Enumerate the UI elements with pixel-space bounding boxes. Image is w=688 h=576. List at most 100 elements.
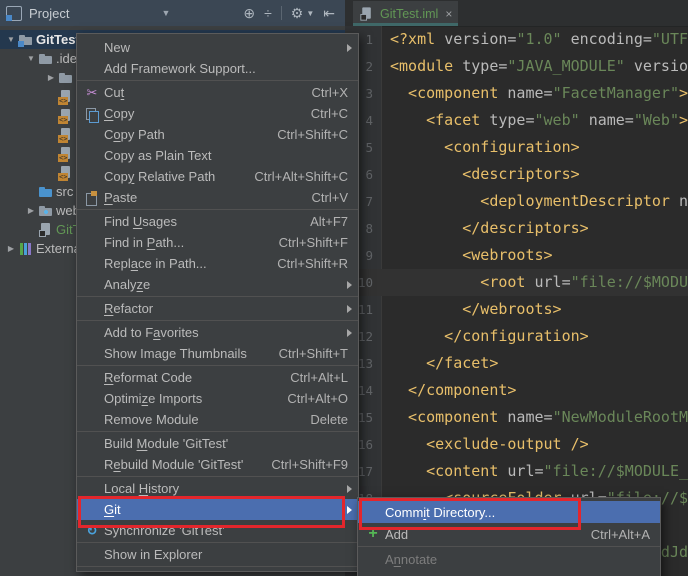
menu-item-new[interactable]: New	[77, 37, 358, 58]
chevron-down-icon[interactable]: ▼	[4, 35, 18, 44]
collapse-all-icon[interactable]: ÷	[264, 6, 272, 20]
menu-item-show-current-revision[interactable]: Show Current Revision	[358, 570, 660, 576]
menu-item-shortcut: Ctrl+X	[312, 85, 348, 100]
xml-file-icon	[58, 89, 74, 105]
code-line-12[interactable]: 12 </configuration>	[345, 323, 688, 350]
menu-item-copy-relative-path[interactable]: Copy Relative Path Ctrl+Alt+Shift+C	[77, 166, 358, 187]
code-line-6[interactable]: 6 <descriptors>	[345, 161, 688, 188]
close-icon[interactable]: ×	[445, 7, 452, 21]
code-text: </configuration>	[390, 323, 589, 350]
code-line-11[interactable]: 11 </webroots>	[345, 296, 688, 323]
copy-icon	[83, 105, 101, 123]
menu-item-shortcut: Ctrl+Shift+T	[279, 346, 348, 361]
menu-icon-spacer	[83, 411, 101, 429]
menu-item-show-in-explorer[interactable]: Show in Explorer	[77, 544, 358, 565]
menu-icon-spacer	[83, 255, 101, 273]
code-line-2[interactable]: 2<module type="JAVA_MODULE" version="4">	[345, 53, 688, 80]
code-line-5[interactable]: 5 <configuration>	[345, 134, 688, 161]
code-line-3[interactable]: 3 <component name="FacetManager">	[345, 80, 688, 107]
editor-tab-bar: GitTest.iml ×	[345, 0, 688, 27]
menu-item-copy-path[interactable]: Copy PathCtrl+Shift+C	[77, 124, 358, 145]
menu-item-shortcut: Ctrl+Alt+L	[290, 370, 348, 385]
chevron-down-icon[interactable]: ▼	[161, 8, 170, 18]
code-text: <configuration>	[390, 134, 580, 161]
menu-item-label: Paste	[104, 190, 137, 205]
locate-icon[interactable]: ⊕	[243, 6, 255, 20]
code-line-8[interactable]: 8 </descriptors>	[345, 215, 688, 242]
menu-item-annotate[interactable]: Annotate	[358, 548, 660, 570]
menu-item-label: Copy Path	[104, 127, 165, 142]
menu-item-reformat-code[interactable]: Reformat CodeCtrl+Alt+L	[77, 367, 358, 388]
submenu-arrow-icon	[347, 305, 352, 313]
menu-item-git[interactable]: Git	[77, 499, 358, 520]
menu-item-add-framework-support[interactable]: Add Framework Support...	[77, 58, 358, 79]
menu-icon-spacer	[83, 369, 101, 387]
menu-item-label: Synchronize 'GitTest'	[104, 523, 225, 538]
menu-item-optimize-imports[interactable]: Optimize ImportsCtrl+Alt+O	[77, 388, 358, 409]
xml-file-icon	[58, 127, 74, 143]
gear-icon[interactable]: ⚙	[291, 6, 304, 20]
code-text: <root url="file://$MODULE_DIR$/web" />	[390, 269, 688, 296]
menu-item-label: Rebuild Module 'GitTest'	[104, 457, 243, 472]
menu-item-refactor[interactable]: Refactor	[77, 298, 358, 319]
menu-item-find-in-path[interactable]: Find in Path...Ctrl+Shift+F	[77, 232, 358, 253]
chevron-right-icon[interactable]: ▶	[24, 206, 38, 215]
project-panel-toolbar: ⊕÷⚙▼⇤	[243, 6, 335, 20]
code-editor[interactable]: 1<?xml version="1.0" encoding="UTF-8"?>2…	[345, 26, 688, 576]
code-line-7[interactable]: 7 <deploymentDescriptor name="web.xml" /…	[345, 188, 688, 215]
code-line-1[interactable]: 1<?xml version="1.0" encoding="UTF-8"?>	[345, 26, 688, 53]
code-line-17[interactable]: 17 <content url="file://$MODULE_DIR$">	[345, 458, 688, 485]
chevron-down-icon[interactable]: ▼	[24, 54, 38, 63]
menu-separator	[77, 542, 358, 543]
menu-item-copy-as-plain-text[interactable]: Copy as Plain Text	[77, 145, 358, 166]
plus-icon	[364, 525, 382, 543]
menu-item-shortcut: Ctrl+Alt+Shift+C	[254, 169, 348, 184]
menu-item-label: Add to Favorites	[104, 325, 199, 340]
menu-icon-spacer	[364, 572, 382, 576]
menu-item-add-to-favorites[interactable]: Add to Favorites	[77, 322, 358, 343]
menu-item-replace-in-path[interactable]: Replace in Path...Ctrl+Shift+R	[77, 253, 358, 274]
code-line-14[interactable]: 14 </component>	[345, 377, 688, 404]
menu-item-commit-directory[interactable]: Commit Directory...	[358, 501, 660, 523]
menu-item-synchronize-gittest[interactable]: Synchronize 'GitTest'	[77, 520, 358, 541]
menu-item-remove-module[interactable]: Remove ModuleDelete	[77, 409, 358, 430]
chevron-right-icon[interactable]: ▶	[44, 73, 58, 82]
code-line-10[interactable]: 10 <root url="file://$MODULE_DIR$/web" /…	[345, 269, 688, 296]
project-panel-title: Project	[29, 6, 69, 21]
code-line-4[interactable]: 4 <facet type="web" name="Web">	[345, 107, 688, 134]
xml-file-icon	[58, 108, 74, 124]
menu-item-local-history[interactable]: Local History	[77, 478, 358, 499]
web-folder-icon	[38, 203, 54, 219]
menu-icon-spacer	[83, 276, 101, 294]
menu-item-label: Add Framework Support...	[104, 61, 256, 76]
menu-item-analyze[interactable]: Analyze	[77, 274, 358, 295]
tab-gittest-iml[interactable]: GitTest.iml ×	[353, 1, 458, 26]
menu-item-label: Copy Relative Path	[104, 169, 215, 184]
menu-item-paste[interactable]: PasteCtrl+V	[77, 187, 358, 208]
menu-item-label: Show Image Thumbnails	[104, 346, 247, 361]
menu-item-cut[interactable]: CutCtrl+X	[77, 82, 358, 103]
menu-item-add[interactable]: AddCtrl+Alt+A	[358, 523, 660, 545]
menu-icon-spacer	[83, 234, 101, 252]
tree-item-label: src	[56, 184, 73, 199]
chevron-right-icon[interactable]: ▶	[4, 244, 18, 253]
menu-icon-spacer	[83, 213, 101, 231]
submenu-arrow-icon	[347, 281, 352, 289]
code-line-13[interactable]: 13 </facet>	[345, 350, 688, 377]
code-line-15[interactable]: 15 <component name="NewModuleRootManager…	[345, 404, 688, 431]
menu-icon-spacer	[83, 147, 101, 165]
menu-item-copy[interactable]: CopyCtrl+C	[77, 103, 358, 124]
menu-item-find-usages[interactable]: Find UsagesAlt+F7	[77, 211, 358, 232]
tab-label: GitTest.iml	[380, 7, 438, 21]
code-line-16[interactable]: 16 <exclude-output />	[345, 431, 688, 458]
menu-separator	[77, 476, 358, 477]
code-line-9[interactable]: 9 <webroots>	[345, 242, 688, 269]
menu-item-label: Show in Explorer	[104, 547, 202, 562]
menu-item-show-image-thumbnails[interactable]: Show Image Thumbnails Ctrl+Shift+T	[77, 343, 358, 364]
menu-item-build-module-gittest[interactable]: Build Module 'GitTest'	[77, 433, 358, 454]
menu-icon-spacer	[83, 126, 101, 144]
hide-panel-icon[interactable]: ⇤	[323, 6, 335, 20]
menu-item-rebuild-module-gittest[interactable]: Rebuild Module 'GitTest'Ctrl+Shift+F9	[77, 454, 358, 475]
menu-item-label: Build Module 'GitTest'	[104, 436, 228, 451]
ide-window: Project ▼ ⊕÷⚙▼⇤ ▼GitTestE:\FAQ\IDEA GitT…	[0, 0, 688, 576]
